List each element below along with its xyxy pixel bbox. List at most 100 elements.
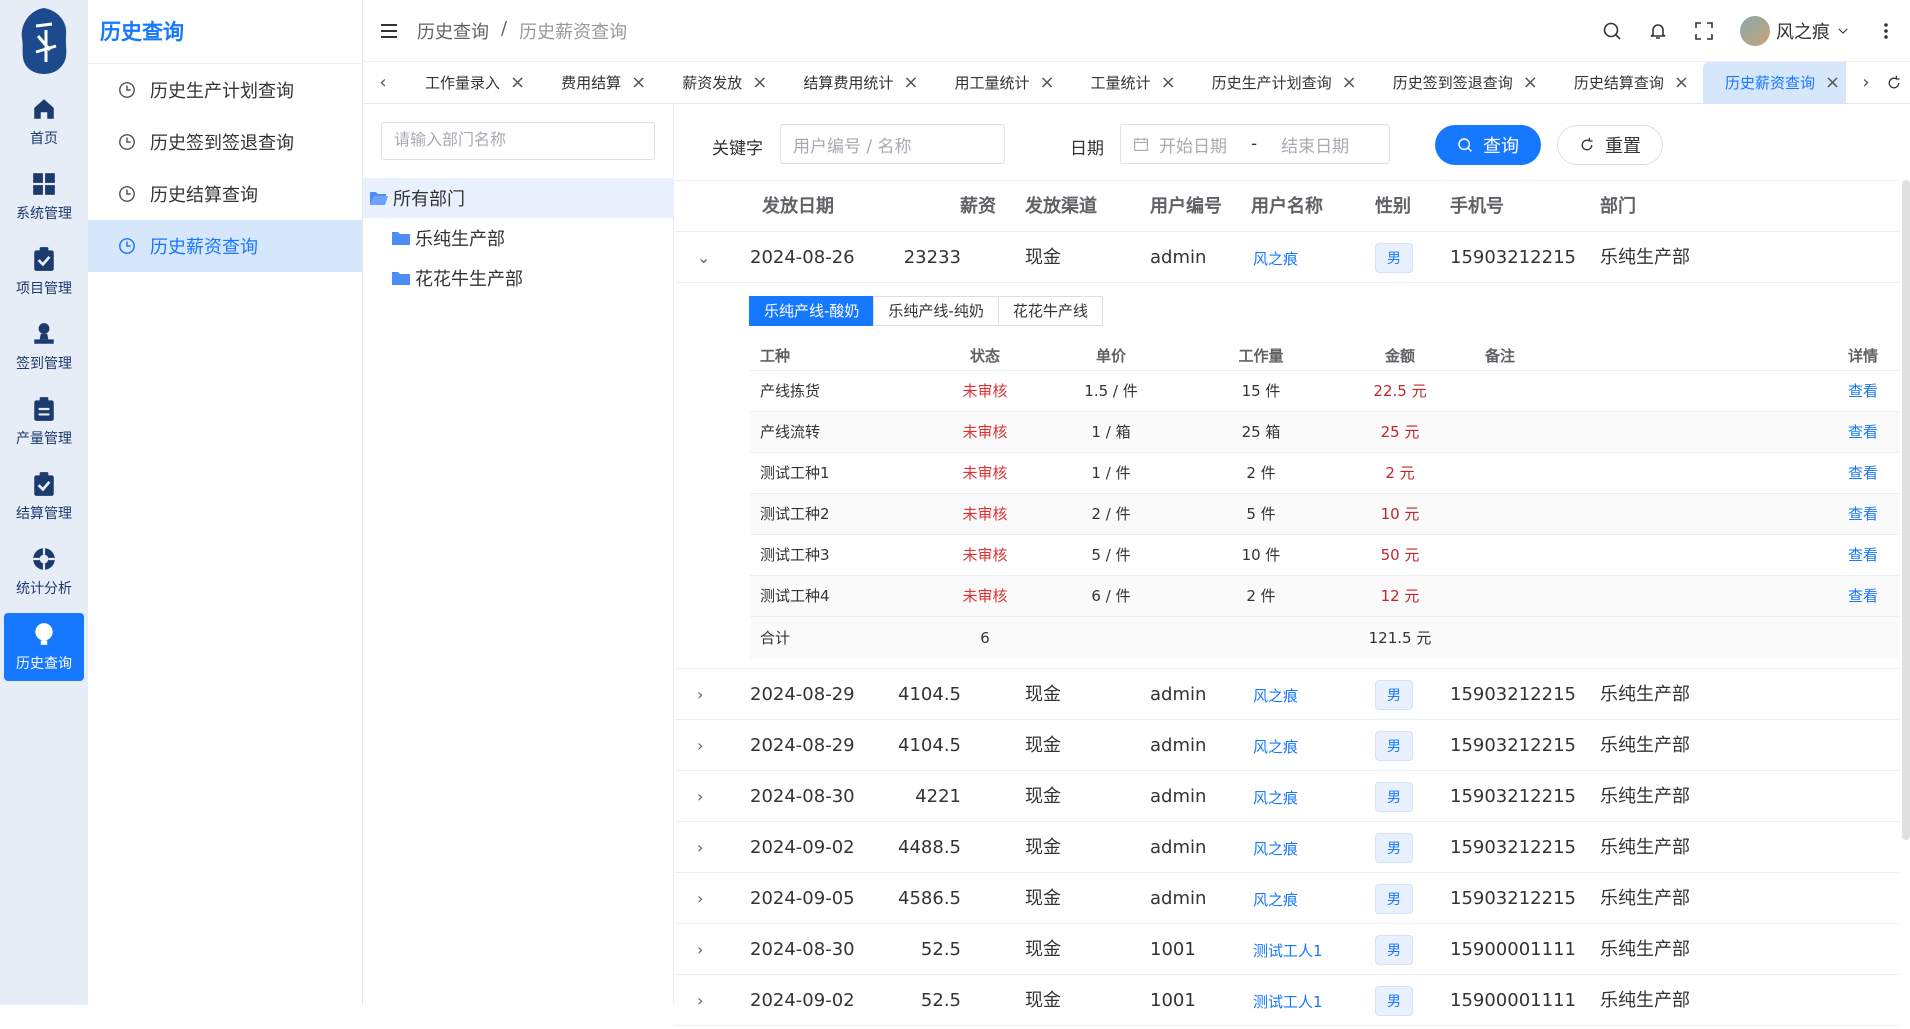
chevron-right-icon[interactable]: › bbox=[697, 720, 711, 771]
chevron-right-icon[interactable]: › bbox=[697, 873, 711, 924]
user-name-link[interactable]: 风之痕 bbox=[1253, 873, 1298, 927]
tab[interactable]: 历史结算查询× bbox=[1552, 62, 1703, 104]
keyword-input[interactable]: 用户编号 / 名称 bbox=[780, 124, 1005, 164]
cell-phone: 15903212215 bbox=[1450, 822, 1576, 873]
user-name-link[interactable]: 风之痕 bbox=[1253, 822, 1298, 876]
refresh-icon[interactable] bbox=[1886, 75, 1902, 91]
submenu-item-settlement[interactable]: 历史结算查询 bbox=[88, 168, 362, 220]
rail-item-history[interactable]: 历史查询 bbox=[4, 613, 84, 681]
search-icon[interactable] bbox=[1602, 21, 1622, 41]
chevron-right-icon[interactable]: › bbox=[697, 975, 711, 1026]
table-row[interactable]: ›2024-08-304221现金admin风之痕男15903212215乐纯生… bbox=[675, 771, 1899, 822]
submenu-item-plan[interactable]: 历史生产计划查询 bbox=[88, 64, 362, 116]
rail-item-home[interactable]: 首页 bbox=[4, 88, 84, 156]
close-icon[interactable]: × bbox=[631, 72, 646, 93]
view-link[interactable]: 查看 bbox=[1848, 371, 1878, 411]
table-row[interactable]: ›2024-08-294104.5现金admin风之痕男15903212215乐… bbox=[675, 720, 1899, 771]
close-icon[interactable]: × bbox=[752, 72, 767, 93]
tab[interactable]: 历史薪资查询× bbox=[1703, 62, 1846, 104]
tree-node-all[interactable]: 所有部门 bbox=[363, 178, 674, 218]
tree-node-dept[interactable]: 花花牛生产部 bbox=[363, 258, 674, 298]
table-row[interactable]: ›2024-08-3052.5现金1001测试工人1男15900001111乐纯… bbox=[675, 924, 1899, 975]
tabs-next-icon[interactable]: › bbox=[1846, 72, 1886, 93]
reset-button[interactable]: 重置 bbox=[1557, 125, 1663, 165]
bell-icon[interactable] bbox=[1648, 21, 1668, 41]
breadcrumb-item[interactable]: 历史查询 bbox=[417, 18, 489, 44]
segment-tab[interactable]: 乐纯产线-酸奶 bbox=[749, 296, 874, 326]
search-button[interactable]: 查询 bbox=[1435, 125, 1541, 165]
table-row[interactable]: ›2024-09-054586.5现金admin风之痕男15903212215乐… bbox=[675, 873, 1899, 924]
tree-node-label: 花花牛生产部 bbox=[415, 265, 523, 291]
date-range-picker[interactable]: 开始日期 - 结束日期 bbox=[1120, 124, 1390, 164]
tab-label: 薪资发放 bbox=[682, 72, 742, 93]
close-icon[interactable]: × bbox=[1825, 72, 1840, 93]
close-icon[interactable]: × bbox=[510, 72, 525, 93]
more-vertical-icon[interactable] bbox=[1876, 21, 1896, 41]
chevron-down-icon[interactable]: ⌄ bbox=[697, 232, 711, 283]
breadcrumb-current: 历史薪资查询 bbox=[519, 18, 627, 44]
rail-item-checkin[interactable]: 签到管理 bbox=[4, 313, 84, 381]
chevron-right-icon[interactable]: › bbox=[697, 822, 711, 873]
rail-item-settlement[interactable]: 结算管理 bbox=[4, 463, 84, 531]
detail-cell-qty: 2 件 bbox=[1246, 576, 1275, 616]
table-row[interactable]: ›2024-09-0252.5现金1001测试工人1男15900001111乐纯… bbox=[675, 975, 1899, 1026]
user-name-link[interactable]: 测试工人1 bbox=[1253, 924, 1323, 978]
rail-item-label: 历史查询 bbox=[16, 653, 72, 673]
rail-item-output[interactable]: 产量管理 bbox=[4, 388, 84, 456]
icon-rail: 首页 系统管理 项目管理 签到管理 产量管理 结算管理 统计分析 历史查询 bbox=[0, 0, 88, 1005]
tab[interactable]: 结算费用统计× bbox=[781, 62, 932, 104]
fullscreen-icon[interactable] bbox=[1694, 21, 1714, 41]
segment-tab[interactable]: 花花牛产线 bbox=[998, 296, 1103, 326]
tab[interactable]: 历史生产计划查询× bbox=[1190, 62, 1371, 104]
keyword-label: 关键字 bbox=[712, 134, 763, 159]
table-row[interactable]: ⌄2024-08-2623233现金admin风之痕男15903212215乐纯… bbox=[675, 232, 1899, 283]
end-date[interactable]: 结束日期 bbox=[1281, 132, 1349, 157]
chevron-right-icon[interactable]: › bbox=[697, 669, 711, 720]
close-icon[interactable]: × bbox=[1674, 72, 1689, 93]
view-link[interactable]: 查看 bbox=[1848, 535, 1878, 575]
close-icon[interactable]: × bbox=[1523, 72, 1538, 93]
column-header: 手机号 bbox=[1450, 181, 1504, 233]
department-search-input[interactable] bbox=[381, 122, 655, 160]
avatar[interactable] bbox=[1740, 16, 1770, 46]
view-link[interactable]: 查看 bbox=[1848, 576, 1878, 616]
user-name-link[interactable]: 风之痕 bbox=[1253, 669, 1298, 723]
user-name-link[interactable]: 风之痕 bbox=[1253, 720, 1298, 774]
cell-dept: 乐纯生产部 bbox=[1600, 975, 1690, 1026]
rail-item-system[interactable]: 系统管理 bbox=[4, 163, 84, 231]
chevron-right-icon[interactable]: › bbox=[697, 771, 711, 822]
chevron-right-icon[interactable]: › bbox=[697, 924, 711, 975]
close-icon[interactable]: × bbox=[903, 72, 918, 93]
table-row[interactable]: ›2024-08-294104.5现金admin风之痕男15903212215乐… bbox=[675, 669, 1899, 720]
submenu-item-checkin[interactable]: 历史签到签退查询 bbox=[88, 116, 362, 168]
menu-toggle-icon[interactable] bbox=[379, 21, 399, 41]
tab[interactable]: 薪资发放 × bbox=[660, 62, 781, 104]
user-menu[interactable]: 风之痕 bbox=[1776, 18, 1850, 44]
date-separator: - bbox=[1251, 134, 1257, 154]
tab[interactable]: 工作量录入× bbox=[403, 62, 539, 104]
user-name-link[interactable]: 风之痕 bbox=[1253, 232, 1298, 286]
tab[interactable]: 工量统计× bbox=[1069, 62, 1190, 104]
view-link[interactable]: 查看 bbox=[1848, 412, 1878, 452]
tab[interactable]: 用工量统计× bbox=[932, 62, 1068, 104]
segment-tab[interactable]: 乐纯产线-纯奶 bbox=[873, 296, 998, 326]
submenu-item-salary[interactable]: 历史薪资查询 bbox=[88, 220, 362, 272]
tabs-prev-icon[interactable]: ‹ bbox=[363, 72, 403, 93]
view-link[interactable]: 查看 bbox=[1848, 453, 1878, 493]
table-row[interactable]: ›2024-09-024488.5现金admin风之痕男15903212215乐… bbox=[675, 822, 1899, 873]
tab[interactable]: 费用结算× bbox=[539, 62, 660, 104]
start-date[interactable]: 开始日期 bbox=[1159, 132, 1227, 157]
close-icon[interactable]: × bbox=[1161, 72, 1176, 93]
user-name-link[interactable]: 测试工人1 bbox=[1253, 975, 1323, 1029]
user-name-link[interactable]: 风之痕 bbox=[1253, 771, 1298, 825]
rail-item-project[interactable]: 项目管理 bbox=[4, 238, 84, 306]
close-icon[interactable]: × bbox=[1342, 72, 1357, 93]
tab[interactable]: 历史签到签退查询× bbox=[1371, 62, 1552, 104]
view-link[interactable]: 查看 bbox=[1848, 494, 1878, 534]
tree-node-dept[interactable]: 乐纯生产部 bbox=[363, 218, 674, 258]
table-scrollbar[interactable] bbox=[1902, 180, 1910, 840]
rail-item-stats[interactable]: 统计分析 bbox=[4, 538, 84, 606]
cell-dept: 乐纯生产部 bbox=[1600, 924, 1690, 975]
close-icon[interactable]: × bbox=[1039, 72, 1054, 93]
detail-column-header: 工种 bbox=[760, 341, 790, 371]
